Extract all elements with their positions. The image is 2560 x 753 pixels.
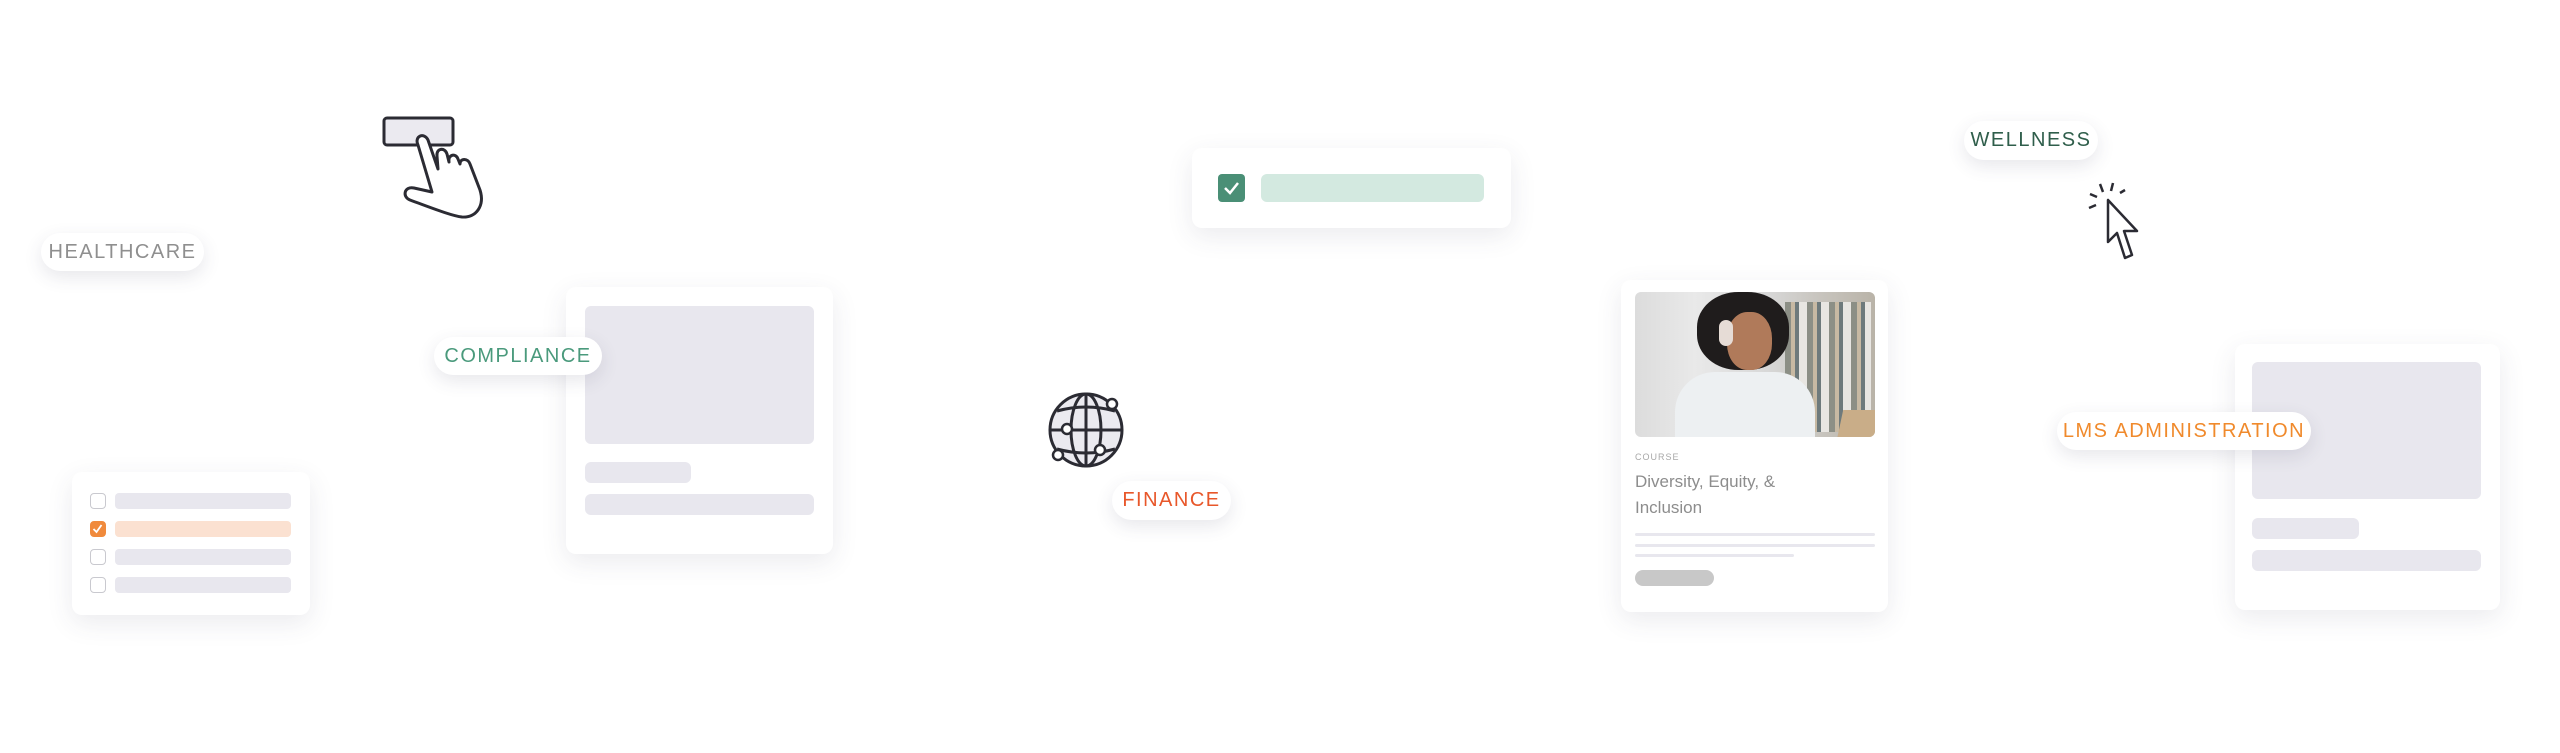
list-item-placeholder-selected [115, 521, 291, 537]
course-button-placeholder[interactable] [1635, 570, 1714, 586]
text-placeholder [585, 462, 691, 483]
checked-task-card [1192, 148, 1511, 228]
image-placeholder [585, 306, 814, 444]
list-item-placeholder [115, 577, 291, 593]
tag-label: LMS ADMINISTRATION [2062, 419, 2306, 442]
list-item-placeholder [115, 549, 291, 565]
text-placeholder [585, 494, 814, 515]
placeholder-card [2235, 344, 2500, 610]
description-line [1635, 533, 1875, 536]
checkbox-unchecked[interactable] [90, 493, 106, 509]
globe-network-icon [1048, 392, 1124, 468]
checkbox-unchecked[interactable] [90, 577, 106, 593]
cursor-click-icon [2088, 182, 2139, 260]
checkbox-checked[interactable] [90, 521, 106, 537]
tag-label: COMPLIANCE [444, 344, 592, 367]
tag-finance: FINANCE [1112, 481, 1231, 520]
hand-pointer-icon [382, 116, 483, 219]
placeholder-card [566, 287, 833, 554]
tag-label: HEALTHCARE [48, 240, 197, 263]
checkbox-checked-icon[interactable] [1218, 174, 1245, 202]
checklist-card [72, 472, 310, 615]
text-placeholder [2252, 550, 2481, 571]
course-image [1635, 292, 1875, 437]
face [1727, 312, 1772, 370]
text-placeholder [2252, 518, 2359, 539]
tag-compliance: COMPLIANCE [434, 337, 602, 375]
tag-label: FINANCE [1122, 489, 1221, 511]
course-title-line1: Diversity, Equity, & [1635, 472, 1776, 491]
tag-wellness: WELLNESS [1964, 121, 2098, 160]
tag-lms-administration: LMS ADMINISTRATION [2057, 412, 2311, 450]
headphones [1719, 320, 1733, 346]
course-card[interactable]: COURSE Diversity, Equity, & Inclusion [1621, 280, 1888, 612]
tag-label: WELLNESS [1970, 129, 2092, 151]
task-placeholder [1261, 174, 1484, 202]
list-item-placeholder [115, 493, 291, 509]
course-title-line2: Inclusion [1635, 498, 1703, 517]
description-line [1635, 544, 1875, 547]
course-eyebrow: COURSE [1635, 452, 1680, 462]
tag-healthcare: HEALTHCARE [41, 233, 204, 271]
check-icon [1224, 182, 1239, 195]
laptop [1836, 410, 1875, 437]
description-line [1635, 554, 1794, 557]
checkbox-unchecked[interactable] [90, 549, 106, 565]
shirt [1675, 372, 1815, 437]
check-icon [92, 524, 103, 534]
